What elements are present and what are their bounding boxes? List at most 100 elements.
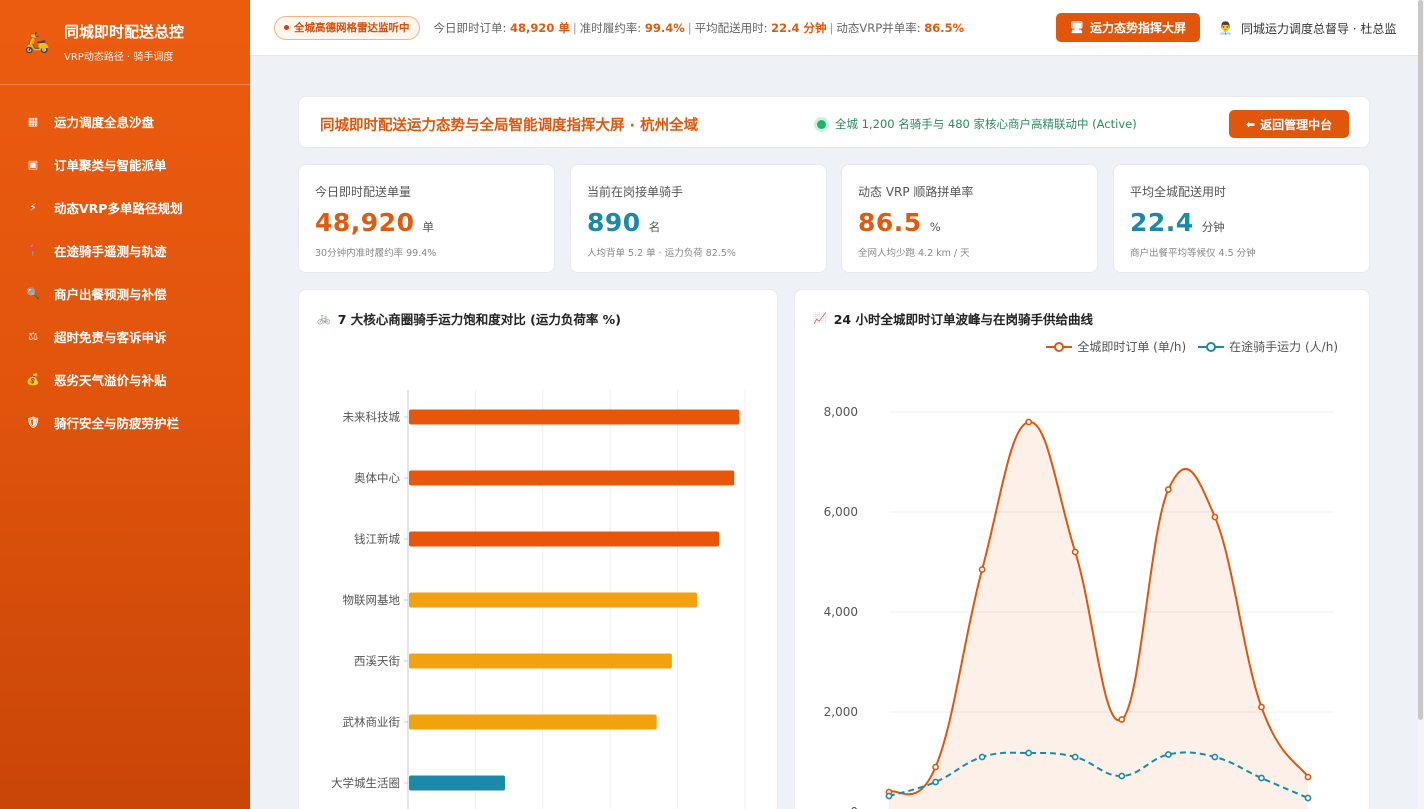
kpi-note: 人均背单 5.2 单 · 运力负荷 82.5% (587, 248, 736, 259)
sidebar-item-label: 骑行安全与防疲劳护栏 (54, 416, 180, 431)
back-to-admin-button[interactable]: ⬅ 返回管理中台 (1229, 110, 1349, 138)
series-1-point-4[interactable] (1071, 753, 1079, 761)
sidebar-item-label: 商户出餐预测与补偿 (54, 287, 167, 302)
radar-label: 全城高德网格雷达监听中 (294, 22, 410, 34)
sidebar-item-1[interactable]: ▣ 订单聚类与智能派单 (0, 143, 250, 186)
kpi-value-row: 890 名 (587, 208, 810, 237)
kpi-unit: 分钟 (1201, 220, 1225, 234)
package-icon: ▣ (27, 157, 39, 171)
user-label: 同城运力调度总督导 · 杜总监 (1240, 21, 1397, 36)
ticker-label: 动态VRP并单率: (836, 20, 925, 35)
sidebar-item-4[interactable]: 🔍 商户出餐预测与补偿 (0, 272, 250, 315)
ticker-separator: | (829, 20, 834, 35)
series-1-point-2[interactable] (978, 753, 986, 761)
metrics-ticker: 今日即时订单: 48,920 单 | 准时履约率: 99.4% | 平均配送用时: 22… (434, 20, 965, 36)
bar-category-label: 未来科技城 (343, 410, 401, 424)
ticker-value: 48,920 单 (510, 20, 570, 35)
sidebar-item-label: 恶劣天气溢价与补贴 (54, 373, 167, 388)
user-profile[interactable]: 👨‍💼 同城运力调度总督导 · 杜总监 (1218, 0, 1396, 56)
series-1-point-1[interactable] (932, 778, 939, 786)
magnifier-icon: 🔍 (26, 286, 40, 300)
bar-category-label: 物联网基地 (343, 593, 401, 607)
y-tick-label: 4,000 (824, 605, 858, 619)
kpi-value-row: 86.5% (858, 208, 1081, 237)
sidebar-item-label: 在途骑手遥测与轨迹 (54, 244, 167, 259)
sidebar-item-5[interactable]: ⚖ 超时免责与客诉申诉 (0, 315, 250, 358)
bar-0[interactable] (409, 409, 740, 425)
kpi-unit: % (929, 220, 941, 234)
bar-1[interactable] (409, 470, 735, 486)
bar-6[interactable] (409, 775, 506, 791)
kpi-note: 商户出餐平均等候仅 4.5 分钟 (1130, 248, 1256, 259)
bar-3[interactable] (409, 592, 698, 608)
series-0-point-9[interactable] (1304, 773, 1312, 781)
series-0-point-4[interactable] (1071, 548, 1079, 556)
active-status-text: 全城 1,200 名骑手与 480 家核心商户高精联动中 (Active) (835, 117, 1137, 131)
live-dot-icon (284, 25, 289, 30)
bar-category-label: 武林商业街 (343, 715, 401, 729)
series-area-0 (889, 421, 1308, 809)
kpi-card: 动态 VRP 顺路拼单率 86.5% 全网人均少跑 4.2 km / 天 (841, 164, 1098, 273)
kpi-label: 平均全城配送用时 (1130, 185, 1227, 199)
series-1-point-6[interactable] (1164, 751, 1172, 758)
scrollbar-thumb[interactable] (1418, 0, 1423, 720)
brand-title: 同城即时配送总控 (64, 22, 185, 41)
sidebar-item-7[interactable]: 🛡 骑行安全与防疲劳护栏 (0, 401, 250, 444)
brand: 🛵 同城即时配送总控 VRP动态路径 · 骑手调度 (0, 0, 250, 85)
bar-4[interactable] (409, 653, 672, 669)
series-0-point-5[interactable] (1118, 716, 1126, 723)
series-1-point-9[interactable] (1304, 794, 1312, 802)
series-1-point-0[interactable] (885, 792, 893, 800)
series-1-point-7[interactable] (1211, 753, 1219, 761)
kpi-unit: 单 (422, 220, 434, 234)
kpi-value: 48,920 (315, 208, 415, 237)
sidebar-item-label: 超时免责与客诉申诉 (54, 330, 167, 345)
series-0-point-3[interactable] (1025, 418, 1033, 426)
y-tick-label: 0 (850, 805, 858, 809)
command-screen-button[interactable]: 🖥 运力态势指挥大屏 (1056, 13, 1200, 42)
page-title: 同城即时配送运力态势与全局智能调度指挥大屏 · 杭州全域 (320, 118, 699, 134)
series-1-point-8[interactable] (1258, 774, 1265, 782)
bar-category-label: 钱江新城 (354, 532, 400, 546)
bar-category-label: 大学城生活圈 (331, 776, 400, 790)
line-chart-plot: 0 2,000 4,000 6,000 8,000 (824, 405, 1333, 809)
sidebar-item-3[interactable]: 📍 在途骑手遥测与轨迹 (0, 229, 250, 272)
series-0-point-1[interactable] (932, 763, 939, 771)
sidebar-item-0[interactable]: ▦ 运力调度全息沙盘 (0, 100, 250, 143)
kpi-value: 890 (587, 208, 641, 237)
active-dot-icon (817, 119, 826, 129)
series-1-point-3[interactable] (1025, 749, 1033, 757)
series-0-point-8[interactable] (1258, 703, 1265, 711)
ticker-value: 86.5% (924, 20, 965, 35)
order-supply-chart: 📈 24 小时全城即时订单波峰与在岗骑手供给曲线 全城即时订单 (单/h) 在途… (794, 289, 1370, 809)
kpi-card: 当前在岗接单骑手 890 名人均背单 5.2 单 · 运力负荷 82.5% (570, 164, 827, 273)
ticker-separator: | (687, 20, 692, 35)
bar-5[interactable] (409, 714, 657, 730)
kpi-value-row: 22.4 分钟 (1130, 208, 1353, 237)
kpi-label: 当前在岗接单骑手 (587, 185, 684, 199)
user-avatar-icon: 👨‍💼 (1218, 21, 1233, 35)
sidebar-item-6[interactable]: 💰 恶劣天气溢价与补贴 (0, 358, 250, 401)
sidebar: 🛵 同城即时配送总控 VRP动态路径 · 骑手调度 ▦ 运力调度全息沙盘 ▣ 订单聚类… (0, 0, 250, 809)
pin-icon: 📍 (26, 243, 40, 257)
scale-icon: ⚖ (28, 329, 38, 343)
bar-category-label: 奥体中心 (354, 471, 400, 485)
bar-category-label: 西溪天街 (354, 654, 400, 668)
series-1-point-5[interactable] (1118, 772, 1126, 780)
sidebar-item-2[interactable]: ⚡ 动态VRP多单路径规划 (0, 186, 250, 229)
kpi-note: 30分钟内准时履约率 99.4% (315, 248, 437, 259)
dashboard-header: 同城即时配送运力态势与全局智能调度指挥大屏 · 杭州全域 全城 1,200 名骑… (298, 96, 1370, 148)
brand-subtitle: VRP动态路径 · 骑手调度 (64, 51, 174, 63)
command-screen-label: 运力态势指挥大屏 (1089, 21, 1186, 35)
ticker-label: 今日即时订单: (433, 20, 511, 35)
y-tick-label: 6,000 (824, 505, 858, 519)
series-0-point-7[interactable] (1211, 513, 1219, 521)
kpi-note: 全网人均少跑 4.2 km / 天 (858, 248, 970, 259)
page-scrollbar[interactable] (1418, 0, 1424, 809)
series-0-point-6[interactable] (1164, 486, 1172, 493)
ticker-label: 准时履约率: (579, 20, 645, 35)
bar-2[interactable] (409, 531, 720, 547)
ticker-label: 平均配送用时: (694, 20, 772, 35)
series-0-point-2[interactable] (978, 566, 986, 573)
sidebar-nav: ▦ 运力调度全息沙盘 ▣ 订单聚类与智能派单 ⚡ 动态VRP多单路径规划 📍 在途骑手遥测与轨… (0, 85, 250, 444)
